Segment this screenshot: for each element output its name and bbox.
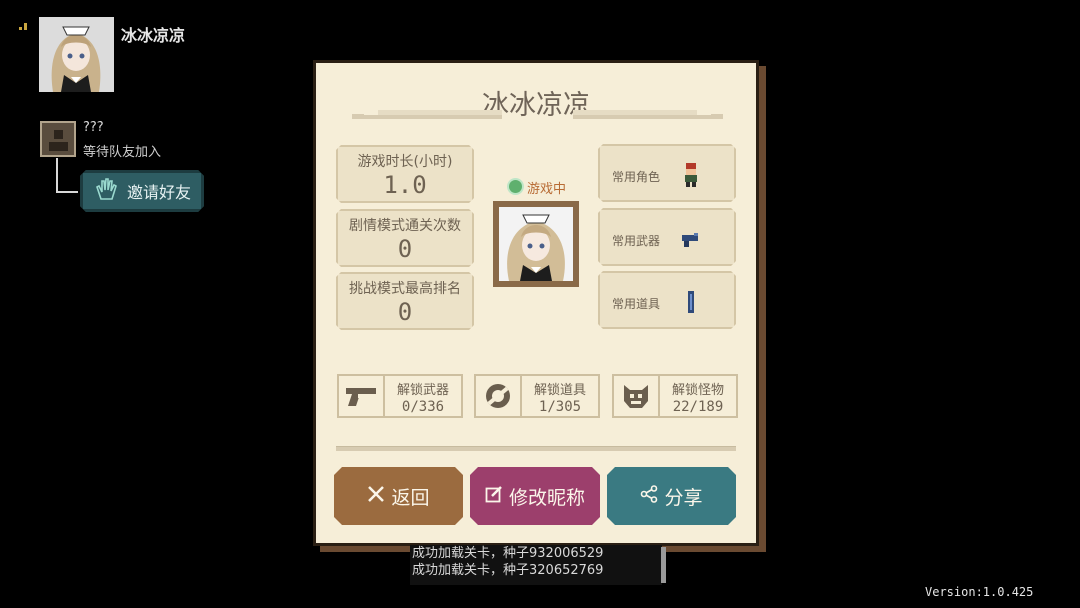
- unlock-label: 解锁怪物: [671, 383, 724, 398]
- system-log: 成功加载关卡，种子932006529 成功加载关卡，种子320652769: [410, 545, 662, 585]
- unlock-monsters[interactable]: 解锁怪物 22/189: [612, 374, 738, 418]
- unlock-weapons[interactable]: 解锁武器 0/336: [337, 374, 463, 418]
- unlock-items[interactable]: 解锁道具 1/305: [474, 374, 600, 418]
- back-button-label: 返回: [391, 486, 430, 509]
- title-decoration-left: [352, 110, 502, 119]
- stat-label: 剧情模式通关次数: [349, 218, 461, 234]
- stat-label: 挑战模式最高排名: [349, 281, 461, 297]
- back-button[interactable]: 返回: [334, 467, 463, 525]
- stat-challenge-rank: 挑战模式最高排名 0: [336, 272, 474, 330]
- character-sprite-icon: [680, 162, 702, 188]
- log-scrollbar[interactable]: [661, 547, 666, 583]
- log-line: 成功加载关卡，种子320652769: [412, 563, 604, 578]
- player-avatar[interactable]: [39, 17, 114, 92]
- friend-avatar-placeholder: [40, 121, 76, 157]
- hand-wave-icon: [93, 177, 121, 205]
- common-character[interactable]: 常用角色: [598, 144, 736, 202]
- common-label: 常用武器: [612, 234, 661, 248]
- close-icon: [367, 485, 385, 508]
- invite-friend-button[interactable]: 邀请好友: [80, 170, 204, 212]
- edit-icon: [485, 485, 503, 508]
- invite-friend-label: 邀请好友: [127, 183, 192, 202]
- stat-play-hours: 游戏时长(小时) 1.0: [336, 145, 474, 203]
- edit-nickname-button[interactable]: 修改昵称: [470, 467, 600, 525]
- monster-icon: [614, 376, 660, 416]
- title-decoration-right: [573, 110, 723, 119]
- stat-value: 0: [397, 298, 413, 326]
- unlock-label: 解锁道具: [533, 383, 586, 398]
- panel-divider: [336, 446, 736, 451]
- common-weapon[interactable]: 常用武器: [598, 208, 736, 266]
- online-status-text: 游戏中: [527, 182, 567, 197]
- player-name: 冰冰凉凉: [121, 26, 186, 45]
- common-label: 常用道具: [612, 297, 661, 311]
- weapon-sprite-icon: [680, 226, 702, 252]
- log-line: 成功加载关卡，种子932006529: [412, 546, 604, 561]
- online-status-dot: [509, 180, 522, 193]
- share-button-label: 分享: [664, 486, 703, 509]
- common-item[interactable]: 常用道具: [598, 271, 736, 329]
- item-sprite-icon: [680, 289, 702, 315]
- stat-story-clears: 剧情模式通关次数 0: [336, 209, 474, 267]
- friend-name: ???: [83, 120, 104, 135]
- share-button[interactable]: 分享: [607, 467, 736, 525]
- edit-nickname-label: 修改昵称: [508, 486, 585, 509]
- unlock-count: 1/305: [538, 399, 582, 415]
- ring-icon: [476, 376, 522, 416]
- version-label: Version:1.0.425: [925, 585, 1034, 599]
- unlock-label: 解锁武器: [396, 383, 449, 398]
- profile-avatar: [499, 207, 573, 281]
- stat-label: 游戏时长(小时): [357, 154, 453, 170]
- signal-icon: [19, 22, 29, 30]
- friend-status: 等待队友加入: [83, 145, 162, 160]
- unlock-count: 22/189: [672, 399, 724, 415]
- unlock-count: 0/336: [401, 399, 445, 415]
- tree-connector: [56, 158, 78, 193]
- share-icon: [640, 485, 658, 508]
- common-label: 常用角色: [612, 170, 661, 184]
- pistol-icon: [339, 376, 385, 416]
- stat-value: 0: [397, 235, 413, 263]
- stat-value: 1.0: [383, 171, 427, 199]
